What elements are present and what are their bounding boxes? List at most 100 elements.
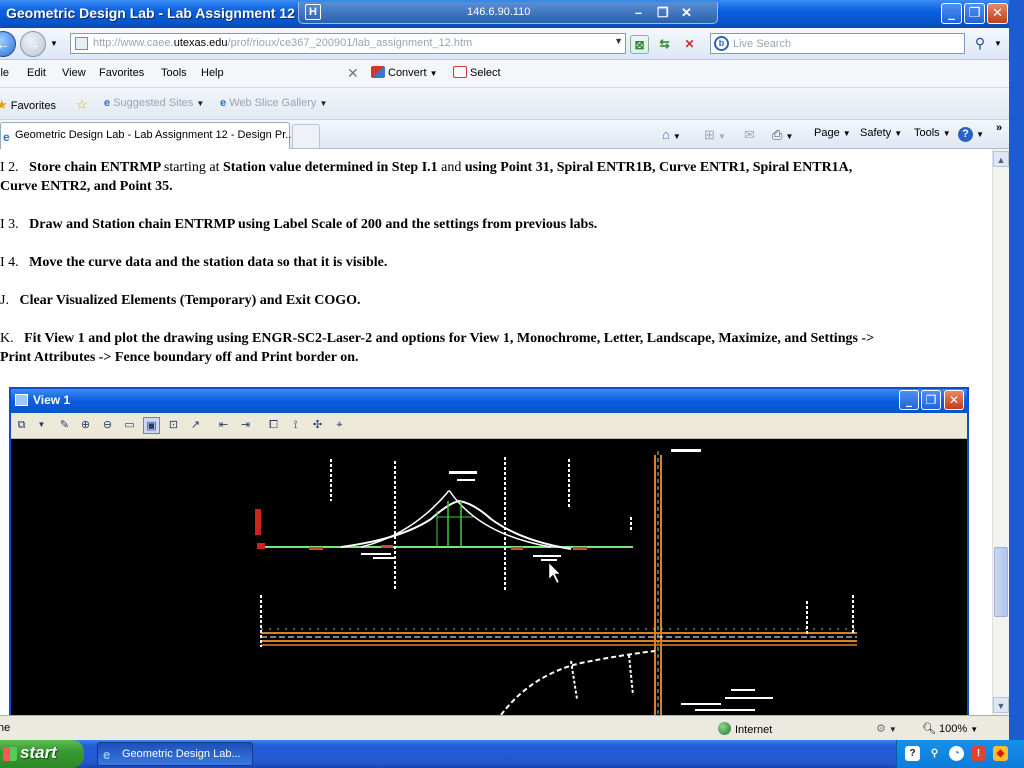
rdp-minimize-icon[interactable]: – (635, 5, 642, 20)
refresh-icon[interactable]: ⇆ (655, 35, 674, 54)
menu-tools[interactable]: Tools (161, 67, 187, 79)
cad-close-button[interactable]: ✕ (944, 390, 964, 410)
bing-icon: b (714, 36, 729, 51)
maximize-button[interactable]: ❐ (964, 3, 985, 24)
view-previous-icon[interactable]: ⇤ (215, 417, 232, 434)
address-toolbar: ← → ▼ http://www.caee.utexas.edu/prof/ri… (0, 28, 1024, 60)
safety-menu-button[interactable]: Safety ▼ (860, 127, 902, 139)
feeds-button[interactable]: ⊞ ▼ (704, 127, 726, 143)
remote-host: 146.6.90.110 (467, 6, 531, 18)
zoom-level[interactable]: 🔍︎ 100% ▼ (922, 722, 978, 735)
address-dropdown-icon[interactable]: ▼ (614, 36, 623, 46)
cad-drawing-canvas[interactable] (11, 439, 967, 715)
tools-menu-button[interactable]: Tools ▼ (914, 127, 951, 139)
cad-title-bar[interactable]: View 1 _ ❐ ✕ (11, 389, 967, 413)
web-slice-gallery-link[interactable]: e Web Slice Gallery ▼ (220, 97, 327, 109)
back-button[interactable]: ← (0, 31, 16, 57)
menu-view[interactable]: View (62, 67, 86, 79)
security-tray-icon[interactable]: ! (971, 746, 986, 761)
more-commands-icon[interactable]: » (996, 122, 1002, 134)
compatibility-icon[interactable]: ⊠ (630, 35, 649, 54)
rotate-view-icon[interactable]: ⊡ (165, 417, 182, 434)
tab-geometric-design-lab[interactable]: e Geometric Design Lab - Lab Assignment … (0, 122, 294, 149)
spiral-curve (360, 490, 552, 548)
zoom-in-icon[interactable]: ⊕ (77, 417, 94, 434)
rdp-restore-icon[interactable]: ❐ (657, 5, 669, 21)
select-button[interactable]: Select (453, 66, 501, 79)
view-next-icon[interactable]: ⇥ (237, 417, 254, 434)
add-favorites-icon[interactable]: ☆ (76, 97, 88, 113)
ie-window: Geometric Design Lab - Lab Assignment 12… (0, 0, 1024, 768)
home-button[interactable]: ⌂ ▼ (662, 127, 681, 142)
ie-icon: e (220, 97, 227, 109)
window-area-icon[interactable]: ▭ (121, 417, 138, 434)
network-tray-icon[interactable]: ⚲ (927, 746, 942, 761)
display-style-icon[interactable]: ✣ (309, 417, 326, 434)
menu-file[interactable]: ile (0, 67, 9, 79)
pan-view-icon[interactable]: ↗ (187, 417, 204, 434)
pin-icon[interactable]: H (305, 4, 321, 20)
recent-pages-dropdown-icon[interactable]: ▼ (50, 39, 58, 48)
title-bar[interactable]: Geometric Design Lab - Lab Assignment 12… (0, 0, 1024, 28)
alert-tray-icon[interactable]: ◆ (993, 746, 1008, 761)
help-tray-icon[interactable]: ? (905, 746, 920, 761)
close-button[interactable]: ✕ (987, 3, 1008, 24)
remote-desktop-bar[interactable]: H 146.6.90.110 – ❐ ✕ (298, 2, 718, 24)
cad-minimize-button[interactable]: _ (899, 390, 919, 410)
clock-tray-icon[interactable]: ◔ (949, 746, 964, 761)
minimize-button[interactable]: _ (941, 3, 962, 24)
view-icon (15, 394, 28, 406)
suggested-sites-link[interactable]: e Suggested Sites ▼ (104, 97, 204, 109)
read-mail-icon[interactable]: ✉ (744, 127, 755, 143)
update-view-icon[interactable]: ✎ (56, 417, 73, 434)
page-icon (75, 37, 88, 50)
rdp-close-icon[interactable]: ✕ (681, 5, 692, 21)
scroll-thumb[interactable] (994, 547, 1008, 617)
station-ticks-top (330, 457, 632, 591)
forward-button[interactable]: → (20, 31, 46, 57)
convert-button[interactable]: Convert ▼ (371, 66, 438, 79)
favorites-star-icon: ★ (0, 97, 8, 112)
menu-edit[interactable]: Edit (27, 67, 46, 79)
step-i2: I 2. Store chain ENTRMP starting at Stat… (0, 160, 853, 194)
fit-view-icon[interactable]: ▣ (143, 417, 160, 434)
new-tab-button[interactable] (292, 124, 320, 148)
scroll-up-icon[interactable]: ▲ (993, 151, 1009, 167)
url-text[interactable]: http://www.caee.utexas.edu/prof/rioux/ce… (93, 37, 472, 49)
protected-mode-icon[interactable]: ⚙ ▼ (876, 722, 897, 735)
cad-restore-button[interactable]: ❐ (921, 390, 941, 410)
system-tray: ? ⚲ ◔ ! ◆ (896, 740, 1024, 768)
search-options-icon[interactable]: ▼ (994, 39, 1002, 48)
page-scrollbar[interactable]: ▲ ▼ (992, 149, 1009, 715)
cad-view-window[interactable]: View 1 _ ❐ ✕ ⧉ ▼ ✎ ⊕ ⊖ ▭ ▣ ⊡ ↗ ⇤ ⇥ ⧠ ⟟ ✣… (9, 387, 969, 715)
taskbar-item-ie[interactable]: e Geometric Design Lab... (97, 742, 253, 766)
view-dropdown-icon[interactable]: ▼ (33, 417, 50, 434)
scroll-down-icon[interactable]: ▼ (993, 697, 1009, 713)
status-bar: ne Internet ⚙ ▼ 🔍︎ 100% ▼ (0, 715, 1009, 740)
ie-icon: e (104, 97, 111, 109)
security-zone[interactable]: Internet (718, 722, 772, 736)
search-input[interactable]: b Live Search (710, 33, 965, 54)
start-button[interactable]: start (0, 740, 84, 768)
favorites-bar: ★ Favorites ☆ e Suggested Sites ▼ e Web … (0, 88, 1024, 120)
select-icon (453, 66, 467, 78)
close-toolbar-icon[interactable]: ✕ (347, 65, 359, 82)
favorites-button[interactable]: ★ Favorites (0, 97, 56, 113)
stop-icon[interactable]: ✕ (680, 35, 699, 54)
windows-logo-icon (3, 747, 17, 761)
copy-view-icon[interactable]: ⧠ (265, 417, 282, 434)
view-attributes-icon[interactable]: ⧉ (13, 417, 30, 434)
camera-icon[interactable]: ⌖ (331, 417, 348, 434)
menu-favorites[interactable]: Favorites (99, 67, 144, 79)
window-frame-right (1009, 0, 1024, 740)
station-ticks-bottom (260, 595, 854, 647)
print-button[interactable]: ⎙ ▼ (772, 127, 793, 143)
search-go-icon[interactable]: ⚲ (968, 33, 992, 54)
clip-volume-icon[interactable]: ⟟ (287, 417, 304, 434)
help-button[interactable]: ? ▼ (958, 127, 984, 142)
zoom-out-icon[interactable]: ⊖ (99, 417, 116, 434)
page-menu-button[interactable]: Page ▼ (814, 127, 851, 139)
address-input[interactable]: http://www.caee.utexas.edu/prof/rioux/ce… (70, 33, 626, 54)
menu-help[interactable]: Help (201, 67, 224, 79)
step-k: K. Fit View 1 and plot the drawing using… (0, 331, 875, 365)
